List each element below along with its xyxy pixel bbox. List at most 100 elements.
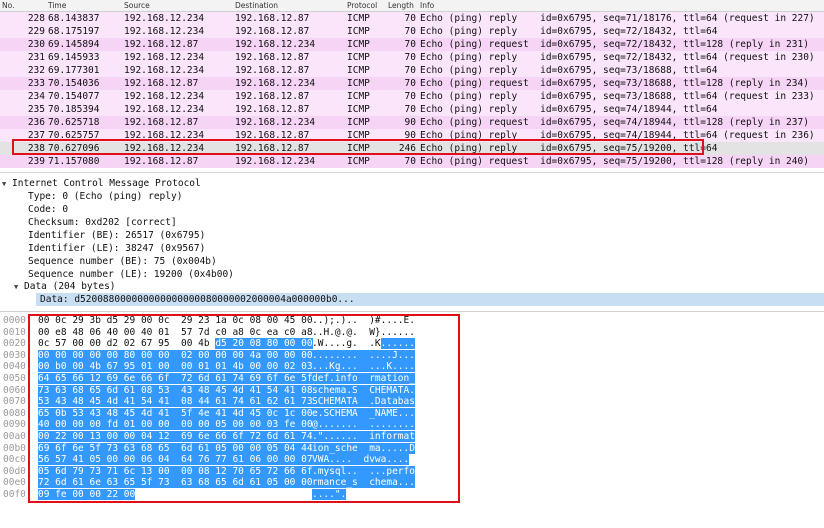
- packet-row[interactable]: 234 70.154077 192.168.12.234 192.168.12.87 I…: [0, 90, 824, 103]
- packet-cell-len: 70: [404, 78, 416, 89]
- hex-ascii-selected: ......: [380, 338, 415, 350]
- column-protocol[interactable]: Protocol: [347, 1, 377, 10]
- packet-cell-proto: ICMP: [347, 39, 370, 50]
- packet-cell-no: 229: [27, 26, 45, 37]
- hex-ascii-plain: .W....g. .K: [312, 338, 381, 350]
- collapse-triangle-icon[interactable]: ▼: [2, 178, 12, 191]
- packet-cell-proto: ICMP: [347, 91, 370, 102]
- packet-cell-len: 70: [404, 91, 416, 102]
- hex-ascii: .W....g. .K......: [312, 338, 415, 350]
- hex-ascii-selected: ion_sche ma.....D: [312, 442, 415, 454]
- packet-cell-info: Echo (ping) reply id=0x6795, seq=71/1817…: [420, 13, 815, 24]
- packet-cell-no: 234: [27, 91, 45, 102]
- hex-dump-pane[interactable]: 0000 00 0c 29 3b d5 29 00 0c 29 23 1a 0c …: [0, 311, 824, 528]
- packet-cell-proto: ICMP: [347, 26, 370, 37]
- packet-cell-src: 192.168.12.87: [124, 78, 199, 89]
- packet-cell-src: 192.168.12.87: [124, 39, 199, 50]
- packet-list[interactable]: No. Time Source Destination Protocol Len…: [0, 0, 824, 170]
- packet-row[interactable]: 235 70.185394 192.168.12.234 192.168.12.87 I…: [0, 103, 824, 116]
- packet-row[interactable]: 237 70.625757 192.168.12.234 192.168.12.87 I…: [0, 129, 824, 142]
- hex-offset: 0010: [3, 326, 26, 338]
- hex-ascii: ..H.@.@. W}......: [312, 327, 415, 338]
- packet-cell-info: Echo (ping) reply id=0x6795, seq=73/1868…: [420, 91, 815, 102]
- packet-row[interactable]: 236 70.625718 192.168.12.87 192.168.12.234 I…: [0, 116, 824, 129]
- packet-cell-no: 237: [27, 130, 45, 141]
- packet-cell-info: Echo (ping) request id=0x6795, seq=72/18…: [420, 39, 809, 50]
- icmp-field[interactable]: Code: 0: [28, 203, 68, 216]
- hex-bytes: 40 00 00 00 fd 01 00 00 00 00 05 00 00 0…: [38, 419, 313, 431]
- hex-row: 0080 65 0b 53 43 48 45 4d 41 5f 4e 41 4d …: [0, 407, 824, 419]
- icmp-field[interactable]: Sequence number (BE): 75 (0x004b): [28, 255, 217, 268]
- hex-bytes: 65 0b 53 43 48 45 4d 41 5f 4e 41 4d 45 0…: [38, 407, 313, 419]
- icmp-field[interactable]: Checksum: 0xd202 [correct]: [28, 216, 177, 229]
- packet-cell-time: 70.154036: [48, 78, 100, 89]
- packet-row[interactable]: 230 69.145894 192.168.12.87 192.168.12.234 I…: [0, 38, 824, 51]
- packet-row[interactable]: 231 69.145933 192.168.12.234 192.168.12.87 I…: [0, 51, 824, 64]
- hex-bytes-plain: 00 0c 29 3b d5 29 00 0c 29 23 1a 0c 08 0…: [38, 315, 313, 326]
- column-source[interactable]: Source: [124, 1, 150, 10]
- packet-cell-info: Echo (ping) reply id=0x6795, seq=72/1843…: [420, 26, 718, 37]
- hex-ascii: e.SCHEMA _NAME...: [312, 407, 415, 419]
- packet-cell-info: Echo (ping) reply id=0x6795, seq=73/1868…: [420, 65, 718, 76]
- packet-cell-dst: 192.168.12.87: [235, 130, 310, 141]
- hex-ascii-plain: ..H.@.@. W}......: [312, 326, 415, 338]
- hex-ascii: ....".: [312, 489, 347, 500]
- hex-row: 0060 73 63 68 65 6d 61 08 53 43 48 45 4d …: [0, 384, 824, 396]
- packet-cell-len: 70: [404, 26, 416, 37]
- packet-row[interactable]: 232 69.177301 192.168.12.234 192.168.12.87 I…: [0, 64, 824, 77]
- packet-cell-time: 70.625757: [48, 130, 100, 141]
- packet-cell-no: 233: [27, 78, 45, 89]
- column-no[interactable]: No.: [2, 1, 14, 10]
- hex-ascii-selected: .mysql.. ...perfo: [312, 465, 415, 477]
- icmp-field[interactable]: Identifier (LE): 38247 (0x9567): [28, 242, 205, 255]
- packet-cell-no: 228: [27, 13, 45, 24]
- icmp-field[interactable]: Identifier (BE): 26517 (0x6795): [28, 229, 205, 242]
- packet-row[interactable]: 229 68.175197 192.168.12.234 192.168.12.87 I…: [0, 25, 824, 38]
- hex-row: 00b0 69 6f 6e 5f 73 63 68 65 6d 61 05 00 …: [0, 442, 824, 454]
- packet-row[interactable]: 239 71.157080 192.168.12.87 192.168.12.234 I…: [0, 155, 824, 168]
- packet-cell-no: 236: [27, 117, 45, 128]
- packet-cell-src: 192.168.12.234: [124, 13, 205, 24]
- packet-cell-len: 70: [404, 104, 416, 115]
- hex-bytes: 0c 57 00 00 d2 02 67 95 00 4b d5 20 08 8…: [38, 338, 313, 350]
- hex-row: 00a0 00 22 00 13 00 00 04 12 69 6e 66 6f …: [0, 431, 824, 442]
- icmp-field[interactable]: Type: 0 (Echo (ping) reply): [28, 190, 182, 203]
- packet-cell-proto: ICMP: [347, 78, 370, 89]
- hex-ascii-selected: def.info rmation_: [312, 373, 415, 384]
- hex-row: 00e0 72 6d 61 6e 63 65 5f 73 63 68 65 6d …: [0, 477, 824, 489]
- hex-offset: 0030: [3, 349, 26, 361]
- icmp-section-title: Internet Control Message Protocol: [12, 178, 201, 189]
- column-info[interactable]: Info: [420, 1, 434, 10]
- hex-bytes: 69 6f 6e 5f 73 63 68 65 6d 61 05 00 00 0…: [38, 442, 313, 454]
- packet-row[interactable]: 228 68.143837 192.168.12.234 192.168.12.87 I…: [0, 12, 824, 25]
- hex-row: 0030 00 00 00 00 00 80 00 00 02 00 00 00 …: [0, 349, 824, 361]
- hex-offset: 0070: [3, 396, 26, 408]
- packet-cell-dst: 192.168.12.87: [235, 26, 310, 37]
- packet-cell-src: 192.168.12.234: [124, 91, 205, 102]
- column-length[interactable]: Length: [388, 1, 414, 10]
- hex-offset: 00c0: [3, 454, 26, 466]
- hex-ascii: rmance_s chema...: [312, 477, 415, 489]
- hex-bytes: 53 43 48 45 4d 41 54 41 08 44 61 74 61 6…: [38, 396, 313, 408]
- hex-ascii: SCHEMATA .Databas: [312, 396, 415, 408]
- packet-cell-info: Echo (ping) request id=0x6795, seq=75/19…: [420, 156, 809, 167]
- data-section-header[interactable]: ▼ Data (204 bytes): [14, 280, 116, 293]
- packet-cell-no: 232: [27, 65, 45, 76]
- packet-cell-src: 192.168.12.234: [124, 104, 205, 115]
- data-field-selected[interactable]: Data: d520088000000000000000080000002000…: [36, 293, 824, 306]
- packet-row-selected[interactable]: 238 70.627096 192.168.12.234 192.168.12.87 I…: [0, 142, 824, 155]
- packet-cell-len: 90: [404, 130, 416, 141]
- column-destination[interactable]: Destination: [235, 1, 278, 10]
- packet-cell-src: 192.168.12.234: [124, 143, 205, 154]
- hex-ascii: ........ ....J...: [312, 349, 415, 361]
- packet-cell-time: 68.175197: [48, 26, 100, 37]
- column-time[interactable]: Time: [48, 1, 66, 10]
- hex-row: 0020 0c 57 00 00 d2 02 67 95 00 4b d5 20 …: [0, 338, 824, 350]
- packet-cell-dst: 192.168.12.87: [235, 13, 310, 24]
- packet-cell-info: Echo (ping) reply id=0x6795, seq=74/1894…: [420, 130, 815, 141]
- packet-row[interactable]: 233 70.154036 192.168.12.87 192.168.12.234 I…: [0, 77, 824, 90]
- collapse-triangle-icon[interactable]: ▼: [14, 281, 24, 294]
- icmp-section-header[interactable]: ▼ Internet Control Message Protocol: [2, 177, 201, 190]
- hex-bytes-selected: 65 0b 53 43 48 45 4d 41 5f 4e 41 4d 45 0…: [38, 407, 313, 419]
- hex-row: 0070 53 43 48 45 4d 41 54 41 08 44 61 74 …: [0, 396, 824, 408]
